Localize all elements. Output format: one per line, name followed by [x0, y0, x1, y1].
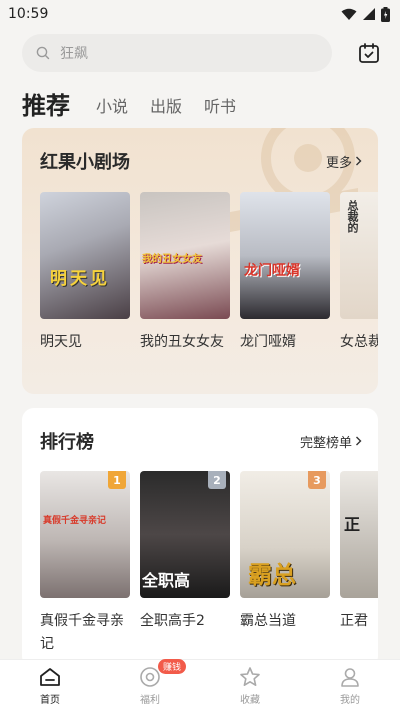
status-icons — [341, 6, 390, 22]
drama-item-title: 我的丑女女友 — [140, 334, 224, 350]
signal-icon — [363, 7, 375, 20]
calendar-check-icon — [359, 43, 379, 63]
ranking-cover[interactable]: 正 — [340, 471, 378, 598]
ranking-cover-text: 正 — [344, 515, 361, 534]
rank-badge: 2 — [208, 471, 226, 489]
drama-cover[interactable]: 我的丑女女友 — [140, 192, 230, 319]
tab-audiobook[interactable]: 听书 — [204, 93, 236, 121]
ranking-title: 排行榜 — [40, 432, 94, 453]
drama-item-title: 女总裁爱人 — [340, 334, 378, 350]
drama-cover[interactable]: 明天见 — [40, 192, 130, 319]
drama-list: 明天见 明天见 我的丑女女友 我的丑女女友 龙门哑婿 龙门哑婿 总裁的 女总裁爱… — [40, 192, 378, 354]
nav-favorites[interactable]: 收藏 — [220, 665, 280, 706]
search-row: 狂飙 — [22, 33, 382, 73]
ranking-item[interactable]: 3 霸总 霸总当道 — [240, 471, 330, 656]
ranking-list: 1 真假千金寻亲记 真假千金寻亲记 2 全职高 全职高手2 3 霸总 霸总当道 … — [40, 471, 378, 656]
ranking-header: 排行榜 完整榜单 — [40, 428, 362, 454]
ranking-cover-text: 真假千金寻亲记 — [43, 516, 107, 526]
chevron-right-icon — [356, 156, 362, 166]
earn-badge: 赚钱 — [158, 659, 187, 674]
status-time: 10:59 — [8, 6, 49, 22]
drama-item[interactable]: 我的丑女女友 我的丑女女友 — [140, 192, 230, 354]
category-tabs: 推荐 小说 出版 听书 — [22, 86, 258, 121]
drama-cover[interactable]: 龙门哑婿 — [240, 192, 330, 319]
bottom-nav: 首页 赚钱 福利 收藏 我的 — [0, 659, 400, 711]
drama-item[interactable]: 明天见 明天见 — [40, 192, 130, 354]
ranking-cover[interactable]: 3 霸总 — [240, 471, 330, 598]
ranking-item-title: 正君 — [340, 613, 368, 629]
chevron-right-icon — [356, 436, 362, 446]
battery-icon — [381, 6, 390, 22]
nav-favorites-label: 收藏 — [240, 695, 260, 706]
star-icon — [238, 665, 262, 689]
drama-item-title: 明天见 — [40, 334, 82, 350]
nav-mine-label: 我的 — [340, 695, 360, 706]
ranking-more-link[interactable]: 完整榜单 — [300, 432, 362, 451]
drama-cover[interactable]: 总裁的 — [340, 192, 378, 319]
drama-item[interactable]: 总裁的 女总裁爱人 — [340, 192, 378, 354]
ranking-cover-text: 霸总 — [248, 560, 296, 589]
ranking-section: 排行榜 完整榜单 1 真假千金寻亲记 真假千金寻亲记 2 全职高 全职高手2 3… — [22, 408, 378, 668]
drama-item[interactable]: 龙门哑婿 龙门哑婿 — [240, 192, 330, 354]
status-bar: 10:59 — [0, 0, 400, 28]
drama-more-link[interactable]: 更多 — [326, 152, 362, 171]
calendar-checkin-button[interactable] — [356, 40, 382, 66]
tab-novel[interactable]: 小说 — [96, 93, 128, 121]
nav-welfare-label: 福利 — [140, 695, 160, 706]
drama-cover-text: 总裁的 — [346, 200, 359, 233]
home-icon — [38, 665, 62, 689]
drama-cover-text: 我的丑女女友 — [142, 254, 202, 265]
ranking-item[interactable]: 2 全职高 全职高手2 — [140, 471, 230, 656]
tab-publish[interactable]: 出版 — [150, 93, 182, 121]
search-input[interactable]: 狂飙 — [22, 34, 332, 72]
drama-header: 红果小剧场 更多 — [40, 148, 362, 174]
nav-home[interactable]: 首页 — [20, 665, 80, 706]
nav-home-label: 首页 — [40, 695, 60, 706]
ranking-item[interactable]: 1 真假千金寻亲记 真假千金寻亲记 — [40, 471, 130, 656]
wifi-icon — [341, 8, 357, 20]
drama-cover-text: 明天见 — [50, 269, 110, 289]
ranking-item-title: 霸总当道 — [240, 613, 296, 629]
tab-recommend[interactable]: 推荐 — [22, 86, 70, 121]
ranking-item-title: 真假千金寻亲记 — [40, 613, 124, 652]
ranking-more-label: 完整榜单 — [299, 435, 352, 451]
ranking-item-title: 全职高手2 — [140, 613, 205, 629]
rank-badge: 3 — [308, 471, 326, 489]
drama-title: 红果小剧场 — [40, 152, 130, 173]
drama-cover-text: 龙门哑婿 — [244, 263, 300, 279]
user-icon — [338, 665, 362, 689]
search-placeholder: 狂飙 — [60, 46, 88, 62]
drama-item-title: 龙门哑婿 — [240, 334, 296, 350]
search-icon — [36, 46, 50, 60]
nav-mine[interactable]: 我的 — [320, 665, 380, 706]
ranking-cover-text: 全职高 — [142, 571, 191, 590]
ranking-cover[interactable]: 1 真假千金寻亲记 — [40, 471, 130, 598]
ranking-cover[interactable]: 2 全职高 — [140, 471, 230, 598]
nav-welfare[interactable]: 赚钱 福利 — [120, 659, 187, 706]
ranking-item[interactable]: 正 正君 — [340, 471, 378, 656]
drama-more-label: 更多 — [325, 155, 352, 171]
drama-section: 红果小剧场 更多 明天见 明天见 我的丑女女友 我的丑女女友 龙门哑婿 龙门哑婿 — [22, 128, 378, 394]
rank-badge: 1 — [108, 471, 126, 489]
